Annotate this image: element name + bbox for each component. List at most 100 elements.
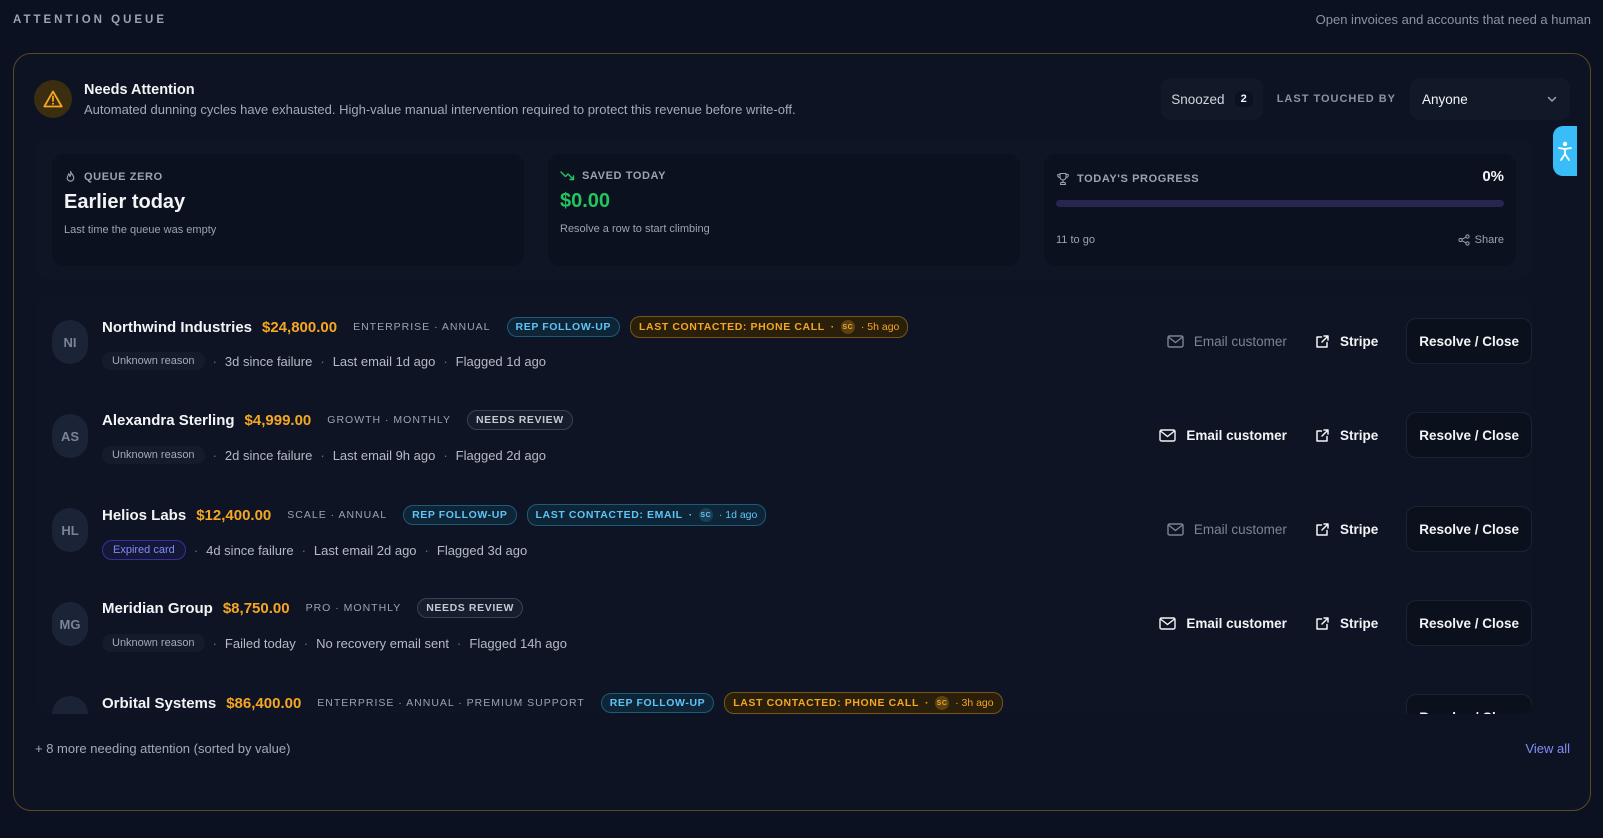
separator: · bbox=[212, 447, 217, 463]
last-touched-select[interactable]: Anyone bbox=[1410, 78, 1570, 120]
separator: · bbox=[212, 353, 217, 369]
more-count-text: + 8 more needing attention (sorted by va… bbox=[35, 741, 291, 756]
resolve-close-button[interactable]: Resolve / Close bbox=[1406, 694, 1532, 714]
stripe-link[interactable]: Stripe bbox=[1315, 428, 1378, 443]
status-badge: REP FOLLOW-UP bbox=[403, 505, 517, 525]
flagged-time: Flagged 1d ago bbox=[455, 353, 547, 369]
avatar: SC bbox=[840, 320, 855, 334]
plan-label: SCALE · ANNUAL bbox=[287, 509, 388, 521]
mail-icon bbox=[1167, 522, 1184, 536]
account-name[interactable]: Alexandra Sterling bbox=[102, 412, 235, 429]
progress-label: TODAY'S PROGRESS bbox=[1077, 173, 1200, 185]
since-failure: 2d since failure bbox=[224, 447, 313, 463]
email-customer-label: Email customer bbox=[1193, 333, 1287, 349]
queue-zero-card: QUEUE ZERO Earlier today Last time the q… bbox=[52, 154, 524, 266]
since-failure: Failed today bbox=[224, 635, 296, 651]
stripe-link[interactable]: Stripe bbox=[1315, 334, 1378, 349]
mail-icon bbox=[1159, 428, 1177, 442]
last-email: Last email 9h ago bbox=[332, 447, 436, 463]
last-touched-label: LAST TOUCHED BY bbox=[1276, 93, 1396, 105]
failure-reason-badge: Unknown reason bbox=[102, 634, 205, 652]
flagged-time: Flagged 2d ago bbox=[455, 447, 547, 463]
plan-label: ENTERPRISE · ANNUAL · PREMIUM SUPPORT bbox=[317, 697, 585, 709]
avatar: NI bbox=[52, 320, 88, 364]
table-row: NI Northwind Industries $24,800.00 ENTER… bbox=[36, 294, 1532, 388]
since-failure: 3d since failure bbox=[224, 353, 313, 369]
external-link-icon bbox=[1316, 334, 1329, 348]
account-name[interactable]: Helios Labs bbox=[102, 507, 186, 524]
progress-card: TODAY'S PROGRESS 0% 11 to go Share bbox=[1044, 154, 1516, 266]
amount: $12,400.00 bbox=[196, 506, 272, 524]
last-contacted-label: LAST CONTACTED: PHONE CALL bbox=[733, 697, 919, 709]
stripe-link[interactable]: Stripe bbox=[1315, 616, 1378, 631]
amount: $8,750.00 bbox=[222, 599, 290, 617]
separator: · bbox=[301, 542, 306, 558]
separator: · bbox=[212, 635, 217, 651]
flame-icon bbox=[66, 170, 75, 182]
last-contacted-time: · 1d ago bbox=[718, 509, 758, 521]
snoozed-filter-button[interactable]: Snoozed 2 bbox=[1161, 78, 1263, 120]
account-name[interactable]: Orbital Systems bbox=[102, 695, 216, 712]
email-customer-label: Email customer bbox=[1186, 427, 1287, 443]
last-contacted-label: LAST CONTACTED: EMAIL bbox=[535, 509, 683, 521]
share-button[interactable]: Share bbox=[1458, 234, 1504, 246]
avatar: AS bbox=[52, 414, 88, 458]
separator: · bbox=[457, 635, 462, 651]
last-contacted-badge: LAST CONTACTED: PHONE CALL · SC · 5h ago bbox=[630, 316, 909, 338]
separator: · bbox=[443, 447, 448, 463]
mail-icon bbox=[1159, 616, 1177, 630]
stripe-link[interactable]: Stripe bbox=[1315, 522, 1378, 537]
banner-title: Needs Attention bbox=[84, 81, 195, 98]
last-contacted-badge: LAST CONTACTED: PHONE CALL · SC · 3h ago bbox=[724, 692, 1003, 714]
resolve-close-button[interactable]: Resolve / Close bbox=[1406, 318, 1532, 364]
resolve-close-button[interactable]: Resolve / Close bbox=[1406, 506, 1532, 552]
attention-list: NI Northwind Industries $24,800.00 ENTER… bbox=[36, 294, 1532, 714]
status-badge: NEEDS REVIEW bbox=[467, 410, 573, 430]
status-badge: REP FOLLOW-UP bbox=[600, 693, 715, 713]
saved-today-label: SAVED TODAY bbox=[582, 170, 667, 182]
avatar: SC bbox=[698, 508, 713, 522]
separator: · bbox=[303, 635, 309, 651]
queue-zero-label: QUEUE ZERO bbox=[84, 170, 163, 183]
table-row: HL Helios Labs $12,400.00 SCALE · ANNUAL… bbox=[36, 482, 1532, 576]
separator: · bbox=[688, 509, 693, 521]
queue-zero-value: Earlier today bbox=[64, 191, 186, 213]
trophy-icon bbox=[1057, 172, 1069, 186]
resolve-close-button[interactable]: Resolve / Close bbox=[1406, 412, 1532, 458]
email-customer-label: Email customer bbox=[1186, 615, 1287, 631]
mail-icon bbox=[1167, 334, 1184, 348]
email-customer-button[interactable]: Email customer bbox=[1167, 522, 1287, 537]
separator: · bbox=[924, 697, 930, 709]
flagged-time: Flagged 14h ago bbox=[469, 635, 567, 651]
table-row: MG Meridian Group $8,750.00 PRO · MONTHL… bbox=[36, 576, 1532, 670]
email-customer-label: Email customer bbox=[1193, 521, 1287, 537]
stripe-label: Stripe bbox=[1339, 427, 1379, 443]
last-email: No recovery email sent bbox=[316, 635, 450, 651]
accessibility-icon bbox=[1558, 141, 1572, 161]
page-subtitle: Open invoices and accounts that need a h… bbox=[1315, 12, 1591, 27]
separator: · bbox=[443, 353, 448, 369]
needs-attention-banner: Needs Attention Automated dunning cycles… bbox=[34, 74, 1570, 124]
amount: $24,800.00 bbox=[262, 318, 338, 336]
email-customer-button[interactable]: Email customer bbox=[1159, 428, 1287, 443]
email-customer-button[interactable]: Email customer bbox=[1167, 334, 1287, 349]
separator: · bbox=[193, 542, 199, 558]
external-link-icon bbox=[1316, 522, 1329, 536]
last-contacted-time: · 5h ago bbox=[860, 321, 900, 333]
stripe-label: Stripe bbox=[1339, 615, 1379, 631]
attention-panel: Needs Attention Automated dunning cycles… bbox=[13, 53, 1591, 811]
resolve-close-button[interactable]: Resolve / Close bbox=[1406, 600, 1532, 646]
view-all-link[interactable]: View all bbox=[1525, 741, 1570, 756]
separator: · bbox=[320, 353, 325, 369]
stripe-label: Stripe bbox=[1339, 333, 1379, 349]
progress-bar bbox=[1056, 200, 1504, 207]
saved-today-caption: Resolve a row to start climbing bbox=[560, 223, 710, 235]
chevron-down-icon bbox=[1547, 96, 1557, 102]
external-link-icon bbox=[1316, 428, 1329, 442]
account-name[interactable]: Meridian Group bbox=[102, 600, 213, 617]
failure-reason-badge: Unknown reason bbox=[102, 352, 205, 370]
account-name[interactable]: Northwind Industries bbox=[102, 319, 252, 336]
email-customer-button[interactable]: Email customer bbox=[1159, 616, 1287, 631]
accessibility-widget-button[interactable] bbox=[1553, 126, 1577, 176]
plan-label: ENTERPRISE · ANNUAL bbox=[353, 321, 491, 333]
